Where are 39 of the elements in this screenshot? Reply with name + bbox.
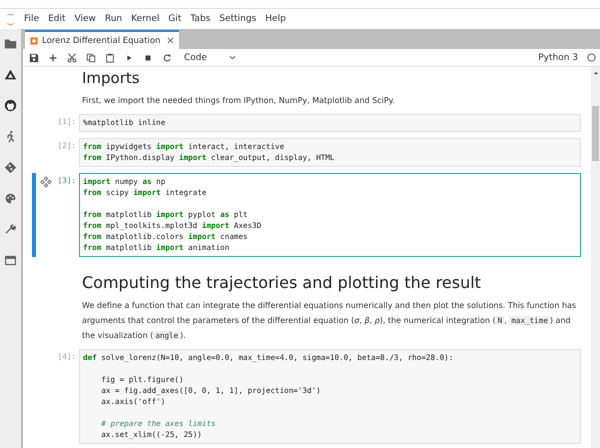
github-icon[interactable] [4,99,17,112]
wrench-icon[interactable] [4,223,17,236]
stop-icon[interactable] [143,52,153,62]
cell-type-dropdown[interactable]: Code [184,52,236,62]
menu-item[interactable]: Tabs [190,14,210,24]
palette-icon[interactable] [4,192,17,205]
jupyter-logo-icon [5,12,16,26]
menu-item[interactable]: View [74,14,96,24]
code-cell[interactable] [79,349,581,444]
cut-icon[interactable] [67,52,77,62]
menu-item[interactable]: Git [168,14,182,24]
scroll-up-icon[interactable] [592,71,598,75]
menu-item[interactable]: Help [265,14,286,24]
window-icon[interactable] [4,254,17,267]
kernel-idle-icon [587,53,596,62]
menu-item[interactable]: Settings [219,14,256,24]
notebook-tab[interactable]: Lorenz Differential Equation [25,30,180,49]
notebook-icon [30,36,38,44]
caret-icon [229,55,236,60]
menu-item[interactable]: Run [104,14,122,24]
section-heading: Imports [82,69,141,87]
menu-item[interactable]: File [24,14,40,24]
section-heading: Computing the trajectories and plotting the result [82,273,482,292]
kernel-name[interactable]: Python 3 [538,52,578,62]
save-icon[interactable] [29,52,39,62]
copy-icon[interactable] [86,52,96,62]
paste-icon[interactable] [105,52,115,62]
triangle-drive-icon[interactable] [4,68,17,81]
restart-icon[interactable] [162,52,172,62]
add-icon[interactable] [48,52,58,62]
folder-icon[interactable] [4,37,17,50]
close-icon[interactable] [167,37,174,44]
drag-handle-icon[interactable] [40,176,52,188]
git-icon[interactable] [4,161,17,174]
scrollbar-thumb[interactable] [592,106,599,161]
paragraph: First, we import the needed things from IPython, NumPy, Matplotlib and SciPy. [82,95,396,107]
menu-item[interactable]: Kernel [131,14,160,24]
menu-item[interactable]: Edit [48,14,66,24]
scrollbar[interactable] [591,67,600,448]
